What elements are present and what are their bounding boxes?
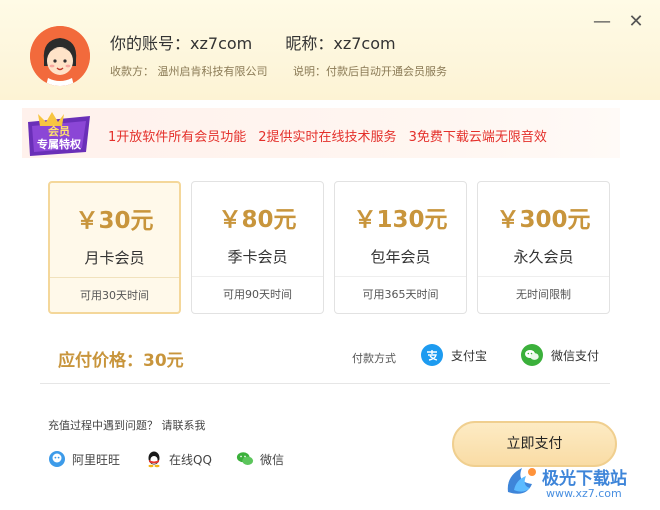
divider [40, 383, 610, 384]
qq-contact[interactable]: 在线QQ [145, 450, 212, 468]
plan-name: 包年会员 [370, 248, 431, 266]
aliwangwang-label: 阿里旺旺 [72, 452, 121, 467]
payee-line: 收款方： 温州启肯科技有限公司 说明：付款后自动开通会员服务 [110, 63, 447, 79]
plan-price: ￥80元 [218, 207, 297, 233]
account-line: 你的账号：xz7com 昵称：xz7com [110, 30, 396, 54]
alipay-option[interactable]: 支付宝 [421, 344, 487, 366]
plan-card-yearly[interactable]: ￥130元 包年会员 可用365天时间 [334, 181, 467, 314]
nickname-value: xz7com [333, 34, 396, 53]
minimize-button[interactable]: — [592, 12, 612, 32]
privilege-item: 2提供实时在线技术服务 [258, 130, 397, 145]
plan-name: 永久会员 [513, 248, 574, 266]
plan-price: ￥130元 [353, 207, 448, 233]
plan-name: 月卡会员 [84, 249, 145, 267]
alipay-icon [421, 344, 443, 366]
qq-label: 在线QQ [169, 452, 212, 467]
qq-penguin-icon [145, 450, 163, 468]
plan-price: ￥30元 [75, 208, 154, 234]
watermark-url: www.xz7.com [546, 487, 622, 500]
avatar-girl-icon [30, 26, 90, 86]
payee-text: 收款方： 温州启肯科技有限公司 [110, 65, 268, 78]
wechat-pay-label: 微信支付 [551, 348, 600, 363]
aliwangwang-contact[interactable]: 阿里旺旺 [48, 450, 120, 468]
wechat-pay-icon [521, 344, 543, 366]
account-value: xz7com [190, 34, 253, 53]
badge-text-line1: 会员 [48, 124, 70, 138]
privilege-banner: 会员 专属特权 1开放软件所有会员功能 2提供实时在线技术服务 3免费下载云端无限音… [22, 108, 620, 158]
plan-divider [192, 276, 323, 277]
close-button[interactable]: ✕ [626, 12, 646, 32]
alipay-label: 支付宝 [451, 348, 488, 363]
note-text: 说明：付款后自动开通会员服务 [293, 65, 447, 78]
plan-price: ￥300元 [496, 207, 591, 233]
wechat-icon [236, 450, 254, 468]
plan-name: 季卡会员 [227, 248, 288, 266]
wechat-pay-option[interactable]: 微信支付 [521, 344, 599, 366]
wechat-label: 微信 [260, 452, 285, 467]
window-controls: — ✕ [592, 12, 646, 32]
plan-list: ￥30元 月卡会员 可用30天时间 ￥80元 季卡会员 可用90天时间 ￥130… [48, 181, 610, 314]
vip-privilege-badge-icon: 会员 专属特权 [28, 112, 90, 156]
amount-label: 应付价格： [58, 351, 143, 371]
plan-divider [478, 276, 609, 277]
watermark-logo-icon [507, 468, 536, 494]
plan-card-quarterly[interactable]: ￥80元 季卡会员 可用90天时间 [191, 181, 324, 314]
privilege-list: 1开放软件所有会员功能 2提供实时在线技术服务 3免费下载云端无限音效 [108, 126, 547, 145]
amount-due: 应付价格：30元 [58, 346, 184, 371]
plan-desc: 无时间限制 [516, 288, 571, 301]
plan-desc: 可用90天时间 [223, 288, 292, 301]
aliwangwang-icon [48, 450, 66, 468]
privilege-item: 1开放软件所有会员功能 [108, 130, 247, 145]
badge-text-line2: 专属特权 [37, 137, 82, 151]
help-text: 充值过程中遇到问题？ 请联系我 [48, 419, 206, 432]
nickname-label: 昵称： [285, 34, 334, 53]
amount-value: 30元 [143, 351, 184, 371]
wechat-contact[interactable]: 微信 [236, 450, 284, 468]
plan-divider [50, 277, 179, 278]
payment-method-label: 付款方式 [352, 352, 396, 365]
header: 你的账号：xz7com 昵称：xz7com 收款方： 温州启肯科技有限公司 说明… [0, 0, 660, 100]
account-label: 你的账号： [110, 34, 191, 53]
plan-divider [335, 276, 466, 277]
plan-desc: 可用365天时间 [362, 288, 439, 301]
plan-card-monthly[interactable]: ￥30元 月卡会员 可用30天时间 [48, 181, 181, 314]
plan-card-lifetime[interactable]: ￥300元 永久会员 无时间限制 [477, 181, 610, 314]
privilege-item: 3免费下载云端无限音效 [408, 130, 547, 145]
watermark: 极光下载站 www.xz7.com [502, 460, 652, 504]
plan-desc: 可用30天时间 [80, 289, 149, 302]
avatar [30, 26, 90, 86]
watermark-title: 极光下载站 [542, 469, 627, 489]
